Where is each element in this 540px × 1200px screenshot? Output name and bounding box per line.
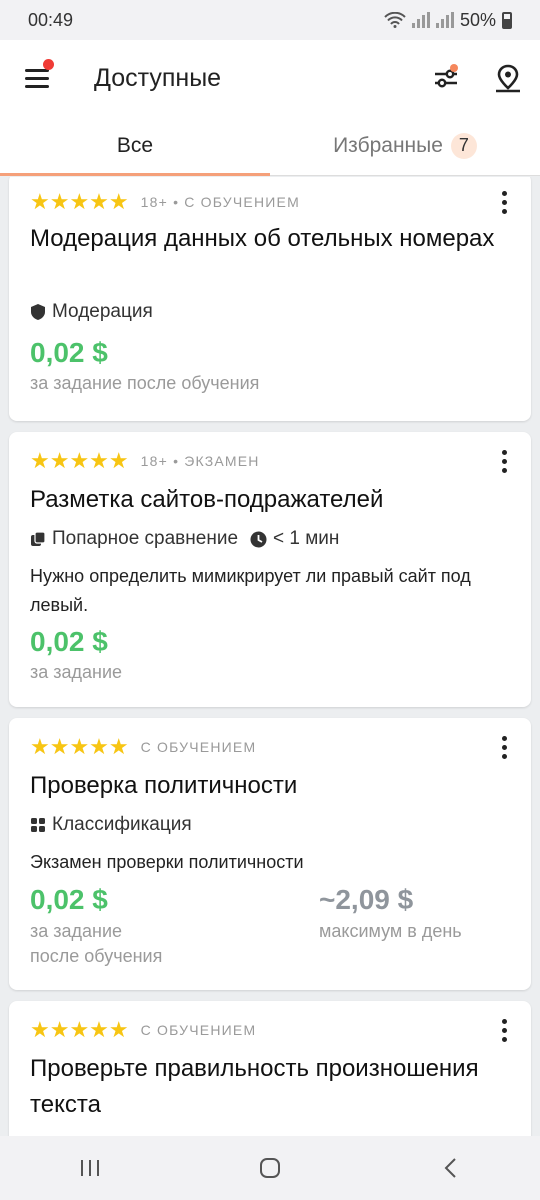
task-header: ★★★★★ С ОБУЧЕНИЕМ: [30, 736, 256, 758]
task-duration: < 1 мин: [273, 528, 340, 549]
signal-icon: [411, 12, 430, 28]
tab-all-label: Все: [116, 133, 154, 157]
max-daily-earnings: ~2,09 $: [319, 884, 414, 915]
task-meta: С ОБУЧЕНИЕМ: [140, 739, 257, 755]
recent-apps-button[interactable]: [60, 1148, 120, 1188]
task-meta: 18+ • С ОБУЧЕНИЕМ: [140, 194, 300, 210]
task-tags: Классификация: [30, 814, 192, 836]
tab-favorites[interactable]: Избранные 7: [270, 116, 540, 175]
status-bar: 00:49 50%: [0, 0, 540, 40]
home-icon: [260, 1158, 280, 1178]
page-title: Доступные: [94, 64, 222, 92]
system-nav-bar: [0, 1136, 540, 1200]
task-description: Нужно определить мимикрирует ли правый с…: [30, 566, 471, 615]
menu-button[interactable]: [22, 59, 54, 91]
task-category: Классификация: [52, 814, 192, 835]
clock-icon: [250, 531, 267, 547]
max-daily-note: максимум в день: [319, 921, 462, 941]
filter-icon[interactable]: [432, 64, 460, 92]
shield-icon: [31, 304, 45, 320]
pages-icon: [31, 531, 46, 546]
task-card[interactable]: ★★★★★ 18+ • ЭКЗАМЕН Разметка сайтов-подр…: [9, 432, 531, 707]
task-list[interactable]: ★★★★★ 18+ • С ОБУЧЕНИЕМ Модерация данных…: [0, 177, 540, 1136]
task-header: ★★★★★ 18+ • ЭКЗАМЕН: [30, 450, 260, 472]
app-bar: Доступные: [0, 40, 540, 116]
favorites-count-badge: 7: [450, 132, 477, 159]
tab-bar: Все Избранные 7: [0, 116, 540, 176]
rating-stars: ★★★★★: [30, 734, 129, 759]
more-options-icon[interactable]: [493, 736, 517, 760]
task-category: Модерация: [52, 301, 153, 322]
battery-icon: [502, 11, 512, 29]
back-button[interactable]: [420, 1148, 480, 1188]
price-note: за задание: [30, 662, 123, 682]
task-title: Разметка сайтов-подражателей: [30, 486, 384, 513]
task-tags: Модерация: [30, 301, 153, 323]
wifi-icon: [384, 12, 406, 28]
signal-icon-2: [435, 12, 454, 28]
grid-icon: [31, 818, 45, 832]
task-price: 0,02 $: [30, 884, 108, 915]
task-title: Модерация данных об отельных номерах: [30, 225, 495, 252]
task-header: ★★★★★ С ОБУЧЕНИЕМ: [30, 1019, 256, 1041]
price-note-2: после обучения: [30, 946, 163, 966]
back-icon: [444, 1158, 456, 1178]
rating-stars: ★★★★★: [30, 448, 129, 473]
battery-percent: 50%: [459, 9, 496, 30]
task-header: ★★★★★ 18+ • С ОБУЧЕНИЕМ: [30, 191, 300, 213]
rating-stars: ★★★★★: [30, 1017, 129, 1042]
status-time: 00:49: [28, 9, 74, 30]
task-description: Экзамен проверки политичности: [30, 852, 304, 872]
task-title: Проверка политичности: [30, 772, 298, 799]
more-options-icon[interactable]: [493, 1019, 517, 1043]
rating-stars: ★★★★★: [30, 189, 129, 214]
task-price: 0,02 $: [30, 626, 108, 657]
task-card[interactable]: ★★★★★ С ОБУЧЕНИЕМ Проверьте правильность…: [9, 1001, 531, 1136]
tab-favorites-label: Избранные: [333, 133, 443, 157]
task-title: Проверьте правильность произношения текс…: [30, 1055, 479, 1118]
task-price: 0,02 $: [30, 337, 108, 368]
recent-apps-icon: [81, 1160, 99, 1176]
tab-all[interactable]: Все: [0, 116, 270, 176]
map-pin-icon[interactable]: [492, 62, 524, 94]
status-icons: 50%: [384, 10, 512, 31]
task-category: Попарное сравнение: [52, 528, 239, 549]
more-options-icon[interactable]: [493, 191, 517, 215]
task-meta: С ОБУЧЕНИЕМ: [140, 1022, 257, 1038]
task-card[interactable]: ★★★★★ 18+ • С ОБУЧЕНИЕМ Модерация данных…: [9, 177, 531, 421]
task-meta: 18+ • ЭКЗАМЕН: [140, 453, 260, 469]
task-tags: Попарное сравнение < 1 мин: [30, 528, 339, 550]
price-note: за задание после обучения: [30, 373, 260, 393]
task-card[interactable]: ★★★★★ С ОБУЧЕНИЕМ Проверка политичности …: [9, 718, 531, 990]
home-button[interactable]: [240, 1148, 300, 1188]
more-options-icon[interactable]: [493, 450, 517, 474]
app-screen: 00:49 50% Доступные Все Избранные 7 ★★★★…: [0, 0, 540, 1200]
notification-dot: [43, 59, 54, 70]
price-note: за задание: [30, 921, 123, 941]
